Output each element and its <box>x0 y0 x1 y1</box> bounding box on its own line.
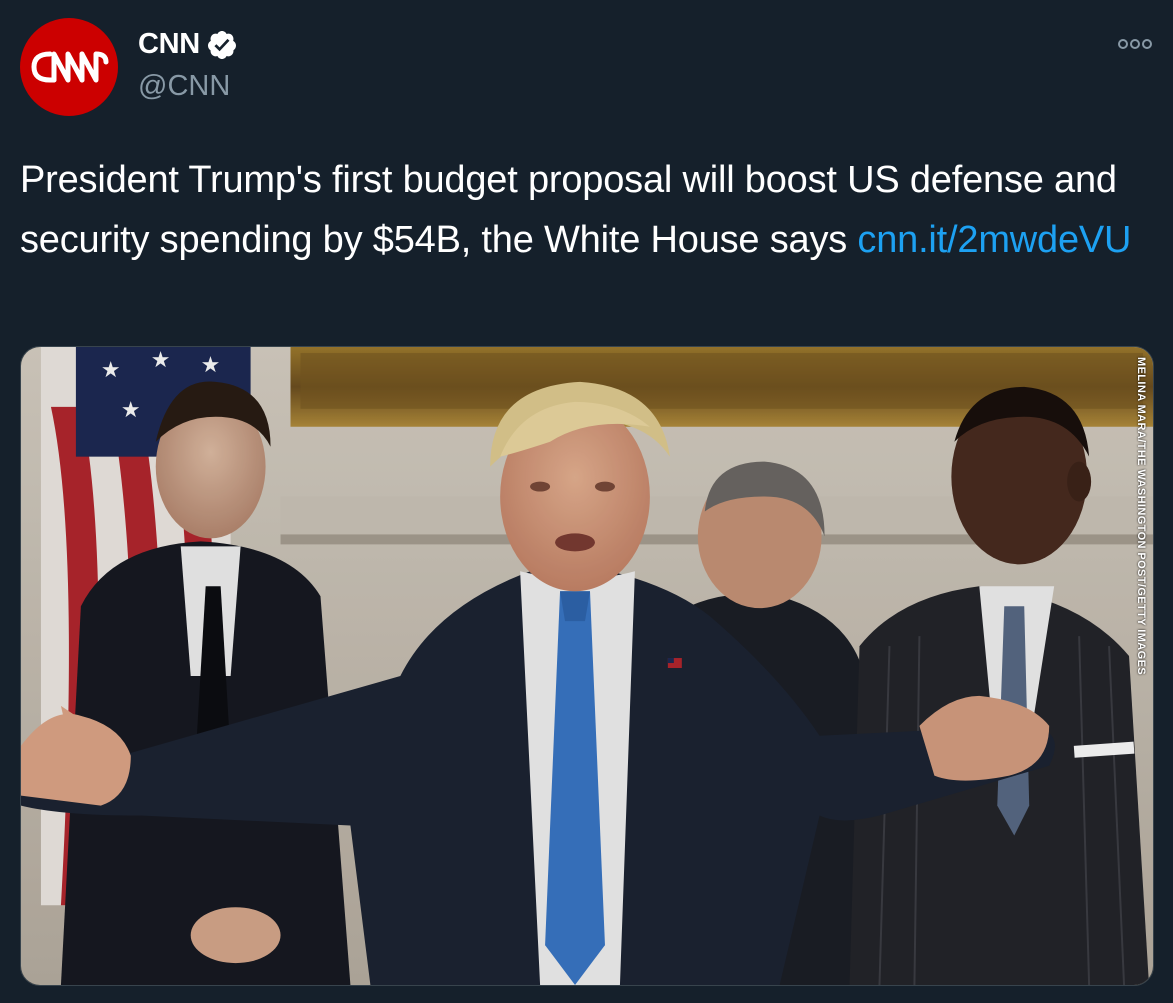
author-name-row: CNN <box>138 28 238 61</box>
photo-credit: MELINA MARA/THE WASHINGTON POST/GETTY IM… <box>1135 357 1147 676</box>
author-handle[interactable]: @CNN <box>138 70 230 103</box>
tweet-photo[interactable]: ★ ★ ★ ★ ★ ★ <box>20 346 1154 986</box>
display-name[interactable]: CNN <box>138 28 200 61</box>
verified-badge-icon <box>206 29 238 61</box>
tweet-card: CNN @CNN President Trump's first budget … <box>0 0 1173 1003</box>
tweet-link[interactable]: cnn.it/2mwdeVU <box>857 219 1131 261</box>
cnn-logo-icon <box>31 51 109 83</box>
press-photo-image: ★ ★ ★ ★ ★ ★ <box>21 347 1153 985</box>
tweet-text: President Trump's first budget proposal … <box>20 150 1140 270</box>
more-options-icon[interactable] <box>1117 38 1153 50</box>
avatar[interactable] <box>20 18 118 116</box>
